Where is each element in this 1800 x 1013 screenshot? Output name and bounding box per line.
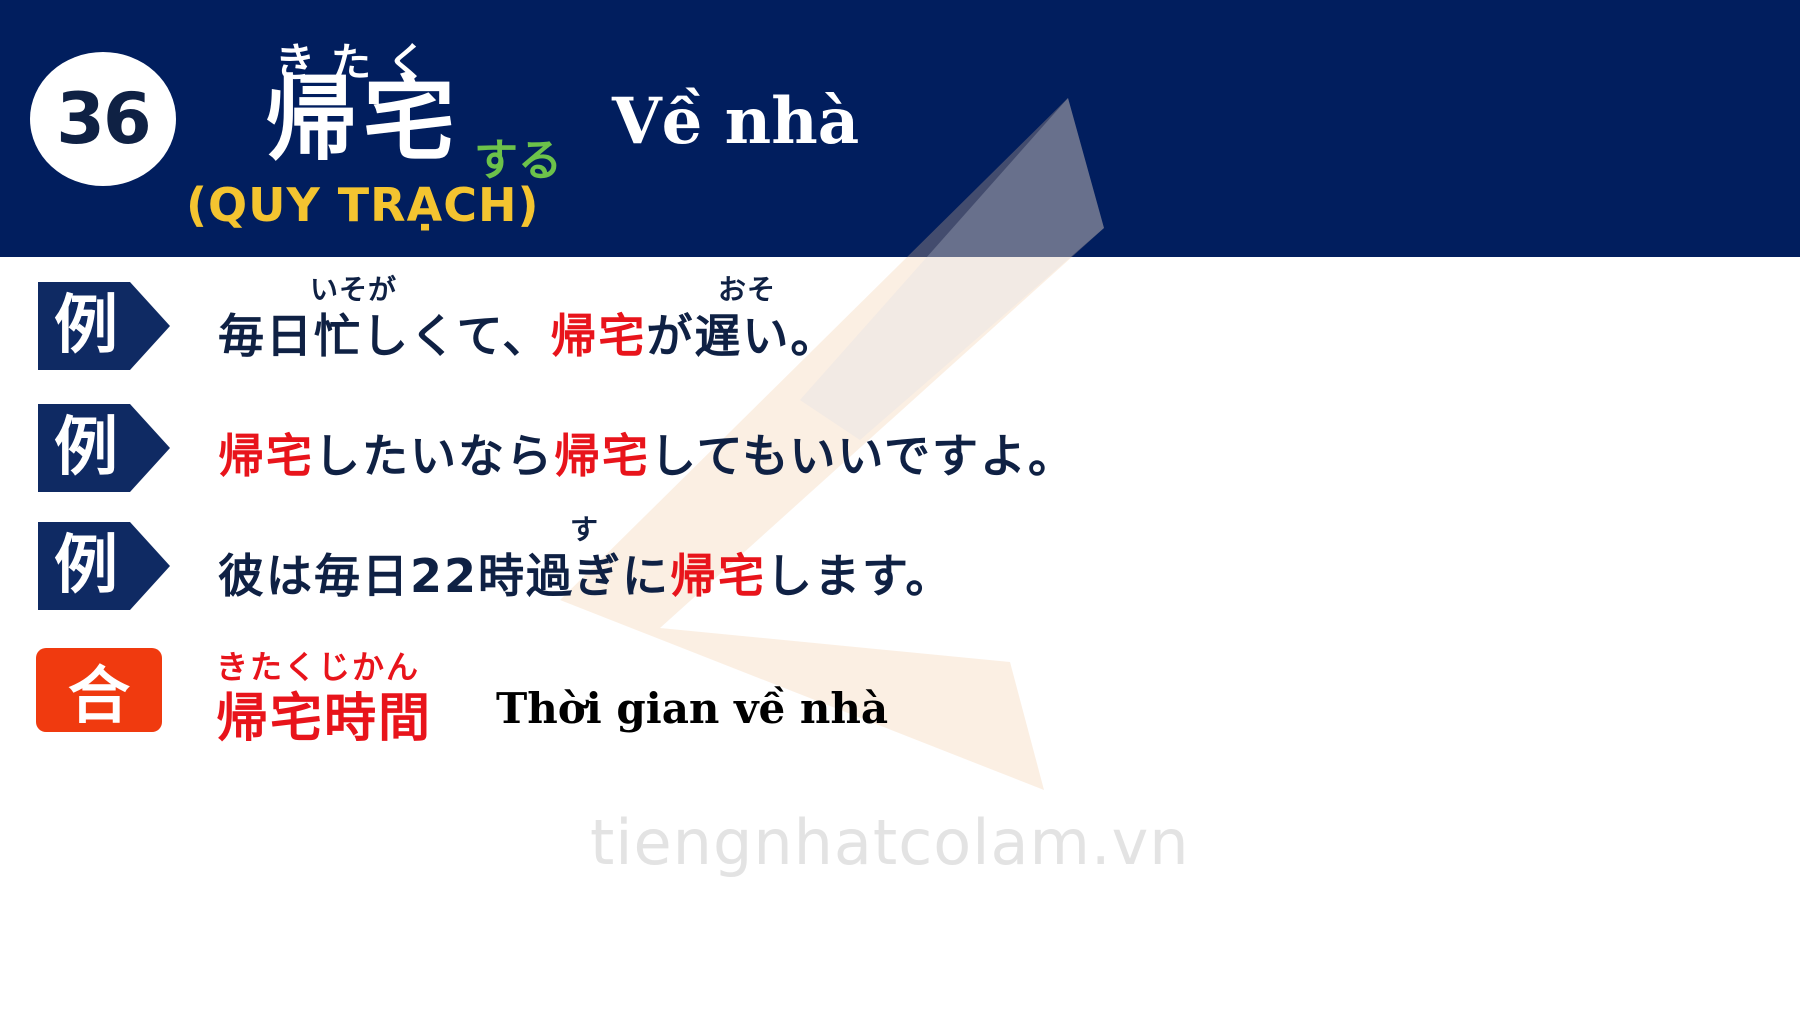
example-tag: 例: [38, 404, 170, 492]
example-sentence-3: 彼は毎日22時過ぎに帰宅します。: [218, 549, 954, 603]
compound-word: 帰宅時間: [216, 689, 433, 749]
watermark-text: tiengnhatcolam.vn: [590, 806, 1190, 879]
example-sentence-1: 毎日忙しくて、帰宅が遅い。: [218, 309, 839, 363]
example-sentence-2: 帰宅したいなら帰宅してもいいですよ。: [218, 429, 1077, 483]
example-tag: 例: [38, 522, 170, 610]
compound-meaning: Thời gian về nhà: [496, 684, 889, 733]
example-tag: 例: [38, 282, 170, 370]
compound-tag: 合: [36, 648, 162, 732]
